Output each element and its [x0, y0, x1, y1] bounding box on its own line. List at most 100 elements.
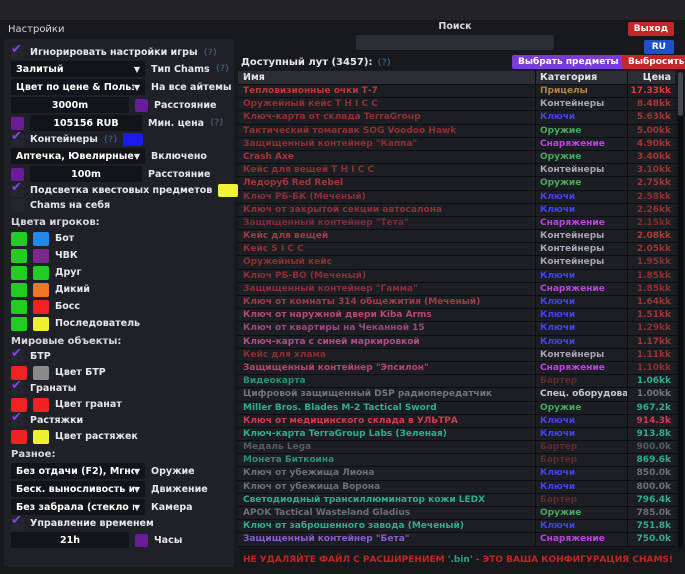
btr-color-swatch-2[interactable]: [33, 366, 49, 380]
player-color-swatch-1[interactable]: [11, 232, 27, 246]
loot-table-row[interactable]: Оружейный кейс T H I C CКонтейнеры8.48kk: [238, 98, 675, 111]
loot-table-row[interactable]: Защищенный контейнер "Гамма"Снаряжение1.…: [238, 283, 675, 296]
quest-highlight-label: Подсветка квестовых предметов: [30, 185, 212, 196]
loot-item-category: Прицелы: [535, 85, 627, 97]
chams-type-dropdown[interactable]: Залитый ▼: [11, 61, 145, 77]
player-color-swatch-2[interactable]: [33, 249, 49, 263]
loot-table-row[interactable]: ВидеокартаБартер1.06kk: [238, 375, 675, 388]
hint-icon[interactable]: (?): [204, 48, 217, 58]
containers-filter-dropdown[interactable]: Аптечка, Ювелирные и... ▼: [11, 148, 145, 164]
hours-color-swatch[interactable]: [135, 534, 148, 547]
grenades-checkbox[interactable]: ✔: [11, 382, 24, 395]
column-header-category[interactable]: Категория: [535, 71, 627, 84]
time-control-checkbox[interactable]: ✔: [11, 517, 24, 530]
player-color-swatch-1[interactable]: [11, 317, 27, 331]
loot-table-row[interactable]: Ключ РБ-ВО (Меченый)Ключи1.85kk: [238, 270, 675, 283]
distance-input[interactable]: [11, 97, 129, 113]
quest-highlight-color-swatch[interactable]: [218, 184, 238, 197]
player-color-swatch-2[interactable]: [33, 232, 49, 246]
column-header-name[interactable]: Имя: [238, 71, 535, 84]
min-price-input[interactable]: [30, 115, 142, 131]
chams-self-checkbox[interactable]: [11, 199, 24, 212]
chevron-down-icon: ▼: [134, 65, 140, 74]
hint-icon[interactable]: (?): [377, 58, 390, 68]
loot-table-row[interactable]: Тепловизионные очки Т-7Прицелы17.33kk: [238, 85, 675, 98]
table-scrollbar[interactable]: [678, 71, 683, 548]
loot-table-row[interactable]: Защищенный контейнер "Бета"Снаряжение750…: [238, 533, 675, 546]
loot-table-row[interactable]: Кейс для вещейКонтейнеры2.08kk: [238, 230, 675, 243]
loot-table-row[interactable]: Медаль LegaБартер900.0k: [238, 441, 675, 454]
loot-table-row[interactable]: APOK Tactical Wasteland GladiusОружие785…: [238, 507, 675, 520]
hint-icon[interactable]: (?): [210, 118, 223, 128]
containers-distance-color-swatch[interactable]: [11, 168, 24, 181]
tripwires-checkbox[interactable]: ✔: [11, 414, 24, 427]
weapon-dropdown[interactable]: Без отдачи (F2), Мгновенное п ▼: [11, 463, 145, 479]
player-color-swatch-2[interactable]: [33, 266, 49, 280]
player-color-swatch-1[interactable]: [11, 283, 27, 297]
loot-table-row[interactable]: Miller Bros. Blades M-2 Tactical SwordОр…: [238, 402, 675, 415]
loot-item-price: 5.63kk: [627, 111, 675, 123]
distance-color-swatch[interactable]: [135, 99, 148, 112]
loot-table-row[interactable]: Ключ-карта TerraGroup Labs (Зеленая)Ключ…: [238, 428, 675, 441]
loot-table-row[interactable]: Crash AxeОружие3.40kk: [238, 151, 675, 164]
loot-table-row[interactable]: Монета БиткоинаБартер869.6k: [238, 454, 675, 467]
loot-table-row[interactable]: Ключ-карта с синей маркировкойКлючи1.17k…: [238, 336, 675, 349]
drop-all-button[interactable]: Выбросить все: [622, 55, 685, 69]
loot-table-row[interactable]: Ключ от убежища ВоронаКлючи800.0k: [238, 481, 675, 494]
loot-table-row[interactable]: Тактический томагавк SOG Voodoo HawkОруж…: [238, 125, 675, 138]
player-color-swatch-2[interactable]: [33, 283, 49, 297]
loot-table-row[interactable]: Цифровой защищенный DSP радиопередатчикС…: [238, 388, 675, 401]
hours-input[interactable]: [11, 532, 129, 548]
player-color-swatch-2[interactable]: [33, 300, 49, 314]
hint-icon[interactable]: (?): [216, 64, 229, 74]
search-input[interactable]: [356, 35, 554, 50]
btr-checkbox[interactable]: ✔: [11, 350, 24, 363]
ignore-game-settings-checkbox[interactable]: ✔: [11, 46, 24, 59]
grenade-color-swatch-2[interactable]: [33, 398, 49, 412]
loot-item-category: Ключи: [535, 111, 627, 123]
loot-table-row[interactable]: Ключ от медицинского склада в УЛЬТРАКлюч…: [238, 415, 675, 428]
loot-table-row[interactable]: Защищенный контейнер "Тета"Снаряжение2.1…: [238, 217, 675, 230]
loot-table-row[interactable]: Ключ РБ-БК (Меченый)Ключи2.58kk: [238, 191, 675, 204]
player-color-swatch-1[interactable]: [11, 249, 27, 263]
loot-table-row[interactable]: Оружейный кейсКонтейнеры1.95kk: [238, 256, 675, 269]
loot-table-row[interactable]: Ключ от убежища ЛионаКлючи850.0k: [238, 467, 675, 480]
loot-table-row[interactable]: Ключ от закрытой секции автосалонаКлючи2…: [238, 204, 675, 217]
loot-table-row[interactable]: Ледоруб Red RebelОружие2.75kk: [238, 177, 675, 190]
player-color-swatch-1[interactable]: [11, 300, 27, 314]
quest-highlight-checkbox[interactable]: ✔: [11, 184, 24, 197]
tripwire-color-swatch-2[interactable]: [33, 430, 49, 444]
loot-table-row[interactable]: Кейс для хламаКонтейнеры1.11kk: [238, 349, 675, 362]
containers-distance-input[interactable]: [30, 166, 142, 182]
loot-item-name: Ключ-карта с синей маркировкой: [238, 336, 535, 348]
loot-item-price: 751.8k: [627, 520, 675, 532]
loot-table-row[interactable]: Защищенный контейнер "Эпсилон"Снаряжение…: [238, 362, 675, 375]
loot-table-row[interactable]: Ключ от квартиры на Чеканной 15Ключи1.29…: [238, 322, 675, 335]
camera-dropdown[interactable]: Без забрала (стекло шлема) ▼: [11, 499, 145, 515]
loot-table-row[interactable]: Ключ-карта от склада TerraGroupКлючи5.63…: [238, 111, 675, 124]
loot-table-row[interactable]: Ключ от комнаты 314 общежития (Меченый)К…: [238, 296, 675, 309]
color-mode-dropdown[interactable]: Цвет по цене & Пользователь ▼: [11, 79, 145, 95]
loot-table-row[interactable]: Кейс для вещей T H I C CКонтейнеры3.10kk: [238, 164, 675, 177]
min-price-color-swatch[interactable]: [11, 117, 24, 130]
table-scrollbar-thumb[interactable]: [678, 72, 683, 116]
player-color-label: Босс: [55, 301, 80, 312]
hours-label: Часы: [154, 535, 182, 546]
tripwire-color-swatch-1[interactable]: [11, 430, 27, 444]
player-color-swatch-2[interactable]: [33, 317, 49, 331]
language-button[interactable]: RU: [644, 40, 674, 54]
loot-table-row[interactable]: Ключ от заброшенного завода (Меченый)Клю…: [238, 520, 675, 533]
movement-dropdown[interactable]: Беск. выносливость и нет уста: ▼: [11, 481, 145, 497]
player-color-swatch-1[interactable]: [11, 266, 27, 280]
containers-checkbox[interactable]: ✔: [11, 133, 24, 146]
loot-table-row[interactable]: Кейс S I C CКонтейнеры2.05kk: [238, 243, 675, 256]
column-header-price[interactable]: Цена: [627, 71, 675, 84]
containers-color-swatch[interactable]: [123, 133, 143, 146]
exit-button[interactable]: Выход: [628, 22, 674, 36]
loot-table-row[interactable]: Ключ от наружной двери Kiba ArmsКлючи1.5…: [238, 309, 675, 322]
search-area: Поиск: [356, 21, 554, 50]
loot-table-row[interactable]: Светодиодный трансиллюминатор кожи LEDXБ…: [238, 494, 675, 507]
loot-table-row[interactable]: Защищенный контейнер "Каппа"Снаряжение4.…: [238, 138, 675, 151]
hint-icon[interactable]: (?): [104, 135, 117, 145]
loot-item-category: Оружие: [535, 402, 627, 414]
